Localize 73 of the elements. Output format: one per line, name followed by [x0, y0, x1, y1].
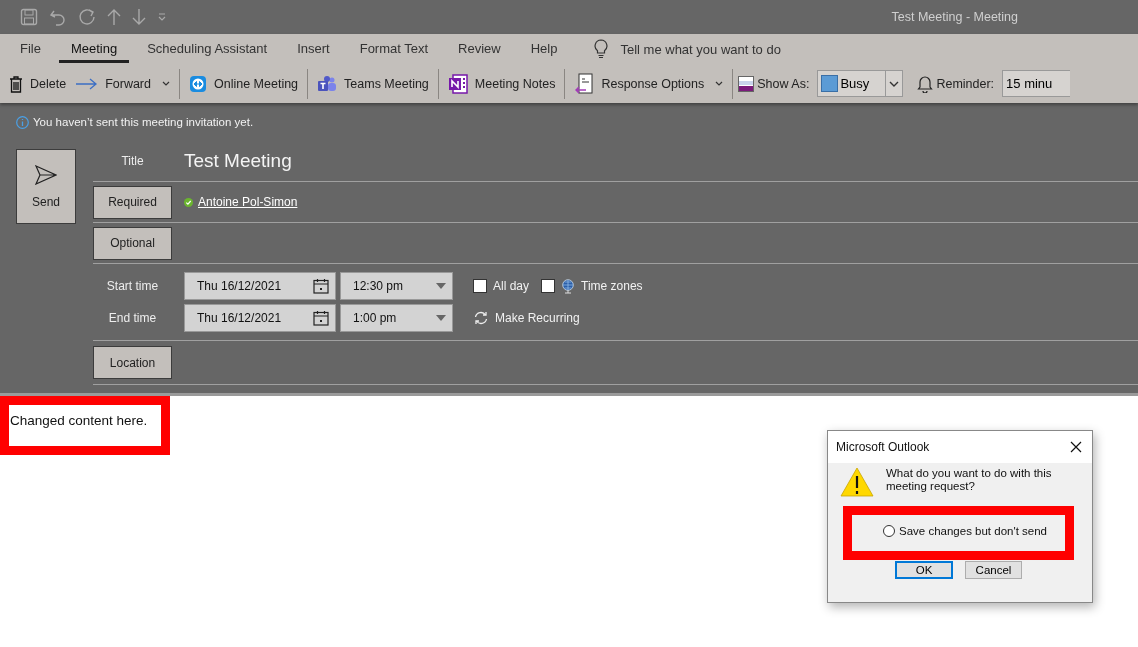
chevron-down-icon	[889, 80, 900, 87]
show-as-label: Show As:	[757, 76, 810, 91]
bell-icon	[917, 74, 934, 93]
toolbar-button[interactable]: Teams Meeting	[313, 71, 433, 96]
notebook-n-icon	[447, 73, 468, 94]
up-arrow-icon[interactable]	[107, 8, 121, 26]
toolbar-button[interactable]: Delete	[5, 71, 71, 96]
checkbox[interactable]	[473, 279, 487, 293]
cycle-arrows-icon	[473, 311, 489, 325]
checkbox-label: All day	[493, 279, 530, 293]
people-tile-icon	[317, 74, 338, 93]
title-field[interactable]: Test Meeting	[184, 150, 292, 172]
calendar-icon	[313, 310, 329, 326]
title-label: Title	[121, 154, 144, 168]
required-button[interactable]: Required	[93, 185, 172, 219]
lightbulb-icon	[594, 39, 609, 59]
checkbox[interactable]	[541, 279, 556, 293]
ribbon-tab[interactable]: Meeting	[58, 35, 130, 63]
make-recurring-button[interactable]: Make Recurring	[473, 311, 580, 325]
caret-icon	[162, 81, 170, 86]
info-message: You haven’t sent this meeting invitation yet.	[33, 116, 254, 128]
toolbar-button[interactable]: Meeting Notes	[443, 70, 560, 97]
calendar-icon	[313, 278, 329, 294]
optional-button[interactable]: Optional	[93, 226, 172, 260]
busy-bar-icon	[738, 75, 755, 92]
undo-icon[interactable]	[49, 8, 67, 26]
ribbon-tab[interactable]: Help	[518, 35, 570, 63]
date-picker[interactable]: Thu 16/12/2021	[184, 272, 336, 300]
dropdown-field[interactable]: Busy	[817, 70, 904, 97]
checkbox-label: Time zones	[581, 279, 643, 293]
ribbon-tab[interactable]: Format Text	[347, 35, 441, 63]
ribbon-tab[interactable]: File	[8, 35, 53, 63]
ribbon-tab[interactable]: Insert	[285, 35, 342, 63]
dropdown-triangle-icon	[436, 315, 446, 321]
document-arrow-icon	[574, 72, 595, 95]
customize-caret-icon[interactable]	[157, 12, 167, 22]
toolbar-button[interactable]: Online Meeting	[185, 71, 303, 96]
dialog-title: Microsoft Outlook	[836, 440, 930, 454]
time-dropdown[interactable]: 1:00 pm	[340, 304, 453, 332]
paper-plane-icon	[35, 164, 57, 185]
tell-me-search[interactable]: Tell me what you want to do	[620, 41, 781, 57]
caret-icon	[715, 81, 724, 86]
dialog-message: What do you want to do with this meeting request?	[886, 467, 1053, 495]
close-button[interactable]	[1068, 439, 1084, 455]
globe-icon	[561, 278, 576, 294]
dropdown-field[interactable]: 15 minu	[1002, 70, 1071, 97]
body-text: Changed content here.	[10, 413, 148, 428]
ok-button[interactable]: OK	[895, 561, 953, 579]
warning-icon	[840, 467, 874, 497]
down-arrow-icon[interactable]	[132, 8, 146, 26]
end-time-label: End time	[108, 311, 157, 325]
location-button[interactable]: Location	[93, 346, 172, 379]
check-circle-icon	[184, 197, 193, 207]
dropdown-button[interactable]: Forward	[72, 73, 174, 94]
redo-icon[interactable]	[78, 8, 96, 26]
radio-option[interactable]: Save changes but don't send	[883, 525, 1047, 537]
time-dropdown[interactable]: 12:30 pm	[340, 272, 453, 300]
right-arrow-icon	[76, 77, 99, 90]
cancel-button[interactable]: Cancel	[965, 561, 1022, 579]
dropdown-triangle-icon	[436, 283, 446, 289]
reminder-label: Reminder:	[936, 76, 995, 91]
window-title: Test Meeting - Meeting	[891, 10, 1018, 24]
ribbon-tab[interactable]: Scheduling Assistant	[135, 35, 280, 63]
ribbon-tab[interactable]: Review	[446, 35, 513, 63]
start-time-label: Start time	[106, 279, 159, 293]
save-icon[interactable]	[20, 8, 38, 26]
info-icon	[16, 115, 29, 129]
dropdown-button[interactable]: Response Options	[570, 69, 728, 98]
close-icon	[1070, 441, 1082, 453]
send-button[interactable]: Send	[16, 149, 76, 224]
date-picker[interactable]: Thu 16/12/2021	[184, 304, 336, 332]
trash-icon	[9, 74, 23, 93]
attendee-link[interactable]: Antoine Pol-Simon	[198, 195, 298, 209]
